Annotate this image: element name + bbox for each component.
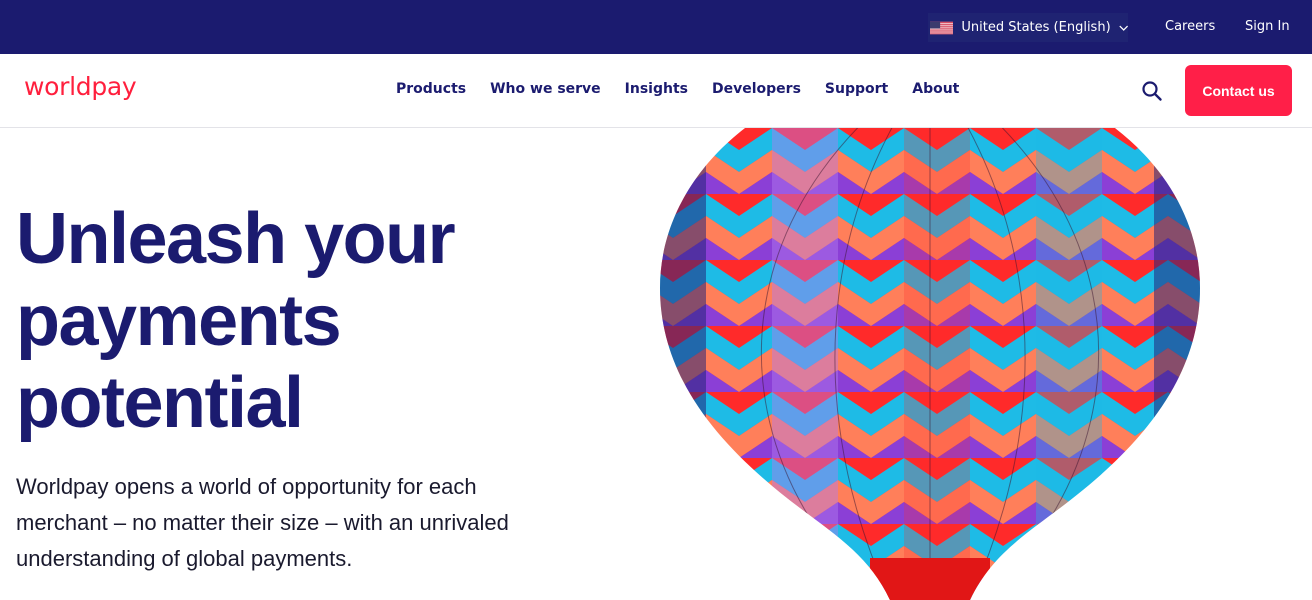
hero-title: Unleash your payments potential xyxy=(16,199,456,443)
chevron-down-icon xyxy=(1118,25,1128,31)
careers-link[interactable]: Careers xyxy=(1165,19,1215,34)
sign-in-link[interactable]: Sign In xyxy=(1245,19,1290,34)
nav-item-developers[interactable]: Developers xyxy=(712,81,801,97)
hero-description: Worldpay opens a world of opportunity fo… xyxy=(16,474,509,571)
worldpay-logo[interactable]: worldpay xyxy=(24,72,137,101)
search-icon[interactable] xyxy=(1141,80,1163,102)
nav-item-products[interactable]: Products xyxy=(396,81,466,97)
nav-item-insights[interactable]: Insights xyxy=(625,81,688,97)
main-nav: Products Who we serve Insights Developer… xyxy=(396,81,983,97)
nav-item-about[interactable]: About xyxy=(912,81,959,97)
utility-bar: United States (English) Careers Sign In xyxy=(0,0,1312,54)
contact-us-button[interactable]: Contact us xyxy=(1185,65,1292,116)
main-header: worldpay Products Who we serve Insights … xyxy=(0,54,1312,128)
nav-item-support[interactable]: Support xyxy=(825,81,888,97)
locale-selector[interactable]: United States (English) xyxy=(928,13,1128,42)
hot-air-balloon-image xyxy=(640,128,1220,600)
locale-label: United States (English) xyxy=(961,20,1111,35)
nav-item-who-we-serve[interactable]: Who we serve xyxy=(490,81,601,97)
us-flag-icon xyxy=(930,21,954,34)
